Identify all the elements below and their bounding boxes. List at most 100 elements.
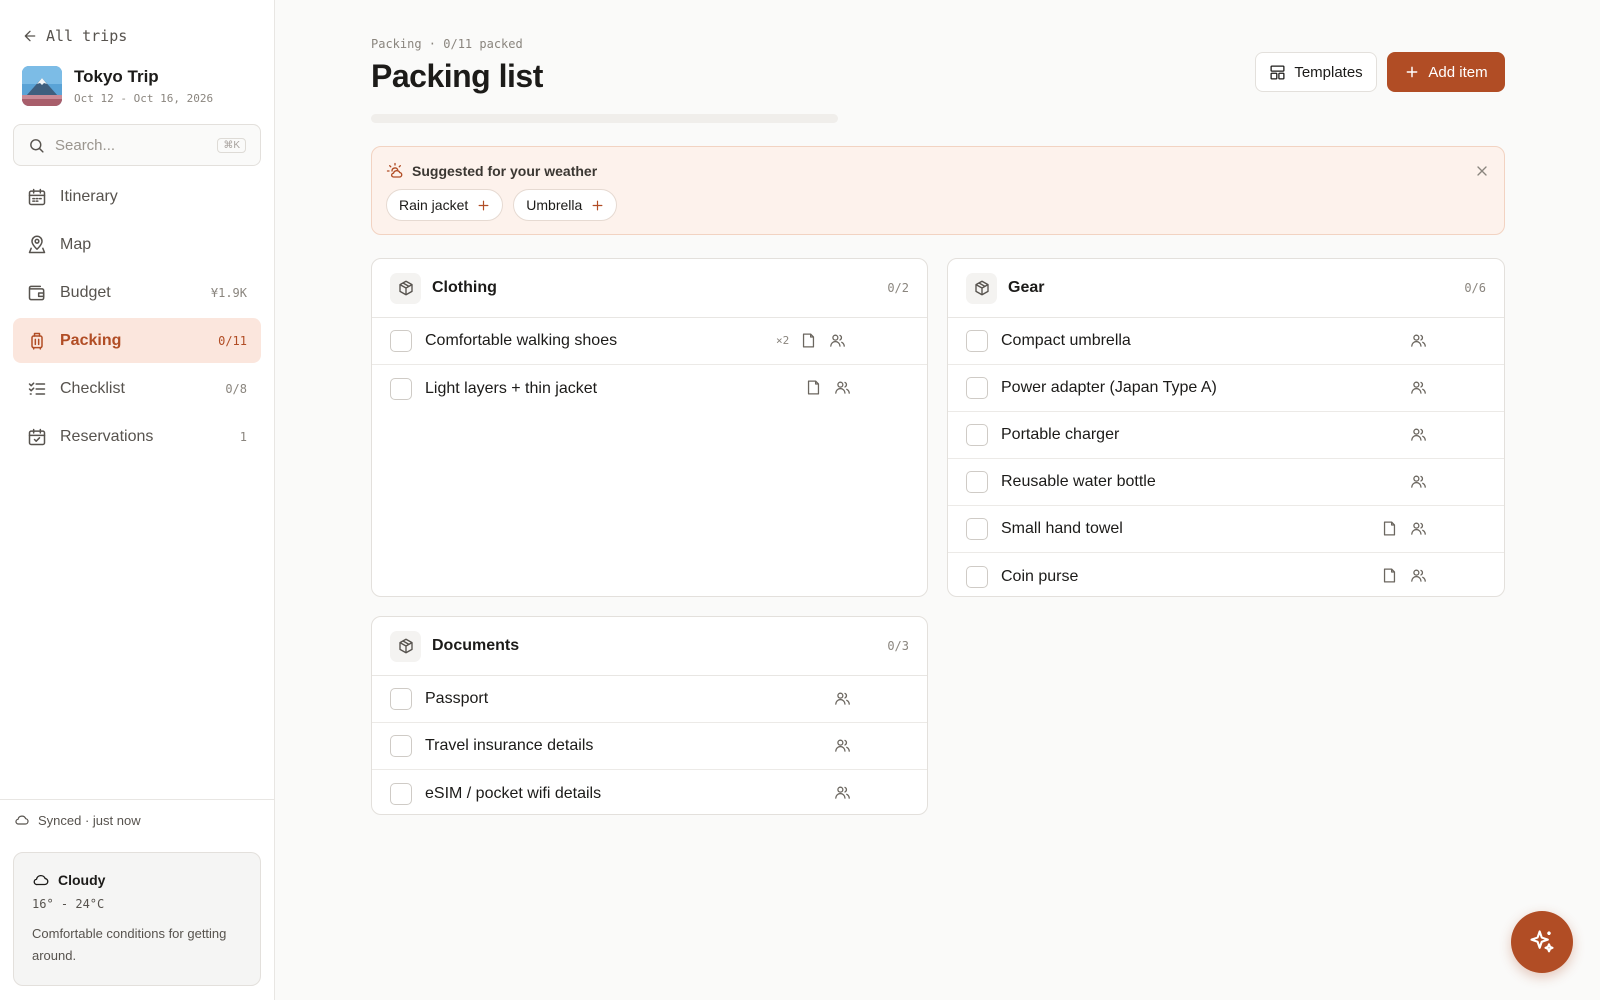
templates-button-label: Templates <box>1294 63 1363 81</box>
add-item-button-label: Add item <box>1428 63 1488 81</box>
suggestions-title: Suggested for your weather <box>412 163 598 179</box>
users-icon[interactable] <box>1410 332 1427 349</box>
users-icon[interactable] <box>1410 426 1427 443</box>
sidebar-item-count: 0/8 <box>225 381 247 396</box>
calendar-check-icon <box>27 427 60 447</box>
luggage-icon <box>27 331 60 351</box>
item-checkbox[interactable] <box>390 688 412 710</box>
item-checkbox[interactable] <box>966 330 988 352</box>
category-count: 0/2 <box>887 281 909 295</box>
item-checkbox[interactable] <box>390 735 412 757</box>
sparkles-icon <box>1528 928 1556 956</box>
sidebar-item-budget[interactable]: Budget ¥1.9K <box>13 270 261 315</box>
map-pin-icon <box>27 235 60 255</box>
ai-assistant-button[interactable] <box>1511 911 1573 973</box>
wallet-icon <box>27 283 60 303</box>
category-name: Clothing <box>432 279 497 296</box>
close-icon[interactable] <box>1474 163 1490 179</box>
sidebar-item-label: Budget <box>60 283 111 301</box>
item-checkbox[interactable] <box>390 330 412 352</box>
category-count: 0/6 <box>1464 281 1486 295</box>
trip-title: Tokyo Trip <box>74 67 159 86</box>
layout-template-icon <box>1269 64 1286 81</box>
note-icon[interactable] <box>805 379 822 396</box>
templates-button[interactable]: Templates <box>1255 52 1377 92</box>
item-checkbox[interactable] <box>966 424 988 446</box>
item-checkbox[interactable] <box>390 782 412 805</box>
suggestion-label: Umbrella <box>526 197 583 213</box>
packing-item-row[interactable]: Compact umbrella <box>948 318 1504 365</box>
weather-description: Comfortable conditions for getting aroun… <box>32 926 227 963</box>
users-icon[interactable] <box>1410 520 1427 537</box>
packing-item-row[interactable]: Power adapter (Japan Type A) <box>948 365 1504 412</box>
item-checkbox[interactable] <box>966 518 988 540</box>
item-checkbox[interactable] <box>390 377 412 400</box>
packing-item-row[interactable]: Light layers + thin jacket <box>372 365 927 412</box>
item-checkbox[interactable] <box>966 471 988 493</box>
packing-item-row[interactable]: eSIM / pocket wifi details <box>372 770 927 814</box>
packing-item-row[interactable]: Comfortable walking shoes ×2 <box>372 318 927 365</box>
sidebar-item-label: Reservations <box>60 427 154 445</box>
sidebar-nav: Itinerary Map Budget ¥1.9K Packing 0/11 <box>13 174 261 462</box>
sidebar-item-map[interactable]: Map <box>13 222 261 267</box>
item-checkbox[interactable] <box>966 565 988 588</box>
suggestion-chip-rain-jacket[interactable]: Rain jacket <box>386 189 504 221</box>
suggestion-chips: Rain jacket Umbrella <box>386 189 618 221</box>
note-icon[interactable] <box>1381 567 1398 584</box>
add-item-button[interactable]: Add item <box>1387 52 1505 92</box>
main-content: Packing · 0/11 packed Packing list Templ… <box>276 0 1600 1000</box>
checklist-icon <box>27 379 60 399</box>
all-trips-link[interactable]: All trips <box>22 27 127 45</box>
category-card-gear: Gear 0/6 Compact umbrella Power adapter … <box>947 258 1505 597</box>
packing-item-row[interactable]: Reusable water bottle <box>948 459 1504 506</box>
users-icon[interactable] <box>834 737 851 754</box>
packing-item-row[interactable]: Passport <box>372 676 927 723</box>
trip-dates: Oct 12 - Oct 16, 2026 <box>74 92 214 105</box>
note-icon[interactable] <box>1381 520 1398 537</box>
trip-thumbnail <box>22 66 62 106</box>
search-placeholder: Search... <box>55 136 116 154</box>
search-input[interactable]: Search... ⌘K <box>13 124 261 166</box>
category-header[interactable]: Gear 0/6 <box>948 259 1504 318</box>
calendar-icon <box>27 187 60 207</box>
category-name: Gear <box>1008 279 1045 296</box>
item-checkbox[interactable] <box>966 377 988 399</box>
trip-header: Tokyo Trip Oct 12 - Oct 16, 2026 <box>22 66 213 106</box>
sidebar-item-label: Checklist <box>60 379 125 397</box>
weather-condition: Cloudy <box>58 872 106 888</box>
users-icon[interactable] <box>834 784 851 801</box>
sidebar-item-itinerary[interactable]: Itinerary <box>13 174 261 219</box>
category-header[interactable]: Documents 0/3 <box>372 617 927 676</box>
users-icon[interactable] <box>834 690 851 707</box>
sidebar-item-count: 1 <box>239 429 247 444</box>
packing-item-row[interactable]: Small hand towel <box>948 506 1504 553</box>
users-icon[interactable] <box>834 379 851 396</box>
users-icon[interactable] <box>1410 473 1427 490</box>
search-shortcut: ⌘K <box>217 137 246 153</box>
packing-item-row[interactable]: Coin purse <box>948 553 1504 596</box>
suggestion-label: Rain jacket <box>399 197 469 213</box>
category-card-clothing: Clothing 0/2 Comfortable walking shoes ×… <box>371 258 928 597</box>
cloud-icon <box>14 812 30 828</box>
cloud-icon <box>32 871 50 889</box>
sidebar-item-checklist[interactable]: Checklist 0/8 <box>13 366 261 411</box>
sidebar: All trips Tokyo Trip Oct 12 - Oct 16, 20… <box>0 0 275 1000</box>
weather-suggestions-banner: Suggested for your weather Rain jacket U… <box>371 146 1505 235</box>
note-icon[interactable] <box>800 332 817 349</box>
suggestion-chip-umbrella[interactable]: Umbrella <box>513 189 618 221</box>
item-quantity: ×2 <box>776 334 790 347</box>
category-header[interactable]: Clothing 0/2 <box>372 259 927 318</box>
weather-card: Cloudy 16° - 24°C Comfortable conditions… <box>13 852 261 986</box>
sidebar-item-reservations[interactable]: Reservations 1 <box>13 414 261 459</box>
packing-item-row[interactable]: Portable charger <box>948 412 1504 459</box>
category-count: 0/3 <box>887 639 909 653</box>
category-name: Documents <box>432 637 520 654</box>
users-icon[interactable] <box>1410 379 1427 396</box>
plus-icon <box>1404 64 1420 80</box>
sidebar-item-count: ¥1.9K <box>210 285 247 300</box>
sidebar-item-packing[interactable]: Packing 0/11 <box>13 318 261 363</box>
users-icon[interactable] <box>829 332 846 349</box>
sidebar-item-label: Map <box>60 235 92 253</box>
users-icon[interactable] <box>1410 567 1427 584</box>
packing-item-row[interactable]: Travel insurance details <box>372 723 927 770</box>
